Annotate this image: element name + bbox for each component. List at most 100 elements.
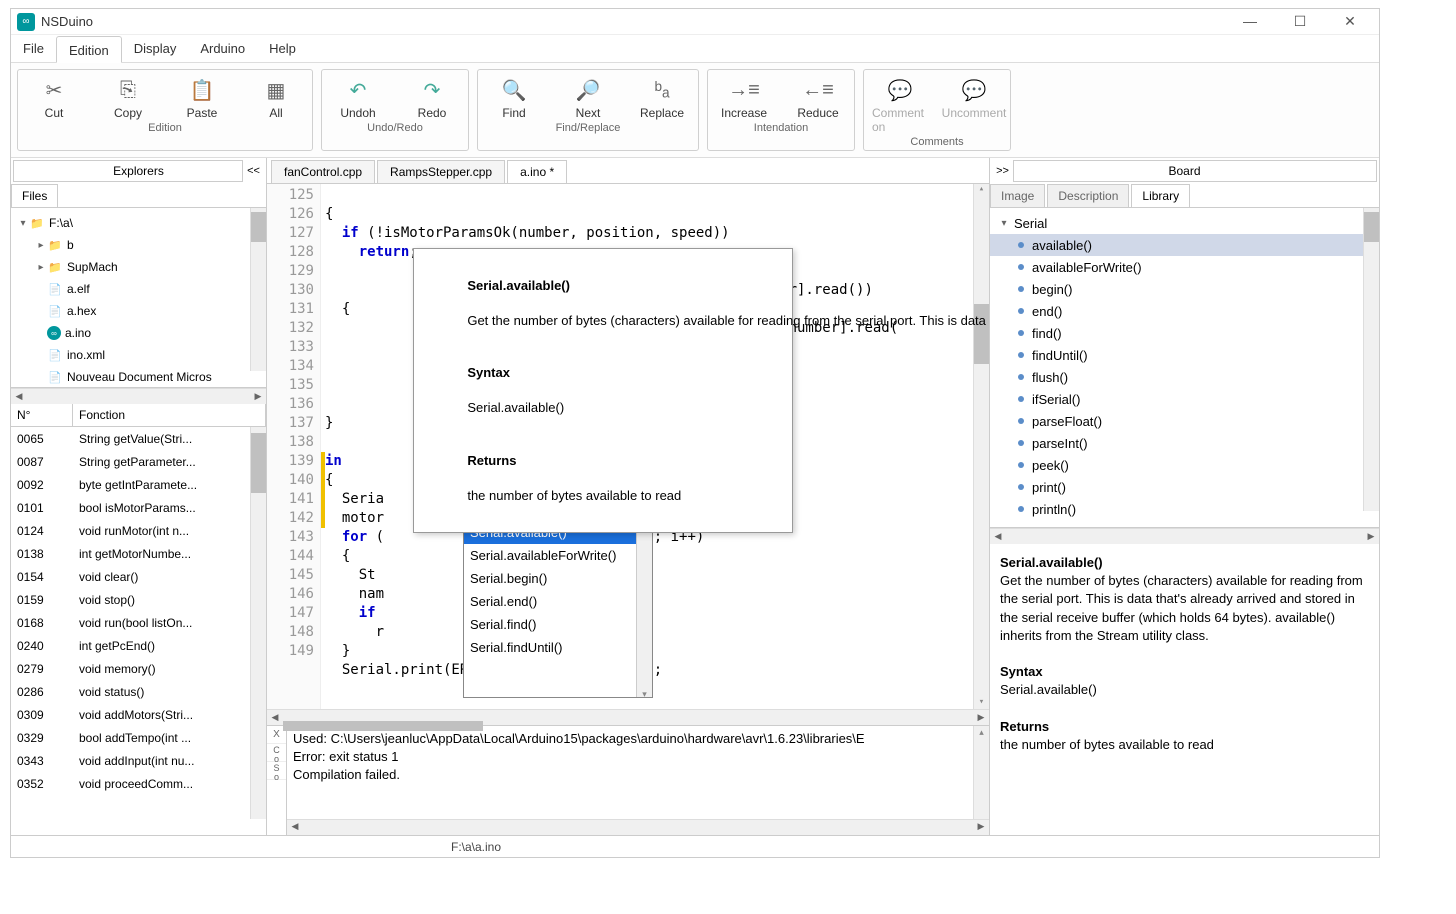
cut-button[interactable]: ✂Cut [26,74,82,120]
tab-description[interactable]: Description [1047,184,1129,207]
copy-button[interactable]: ⎘Copy [100,74,156,120]
editor-v-scroll[interactable]: ▴ ▾ [973,184,989,709]
editor-tab[interactable]: a.ino * [507,160,567,183]
function-row[interactable]: 0154void clear() [11,565,266,588]
function-row[interactable]: 0343void addInput(int nu... [11,749,266,772]
find-button[interactable]: 🔍Find [486,74,542,120]
func-scrollbar[interactable] [250,427,266,819]
function-row[interactable]: 0240int getPcEnd() [11,634,266,657]
copy-button-label: Copy [114,106,142,120]
autocomplete-item[interactable]: Serial.availableForWrite() [464,544,652,567]
output-c-button[interactable]: Co [267,744,286,762]
function-row[interactable]: 0138int getMotorNumbe... [11,542,266,565]
col-func-header[interactable]: Fonction [73,404,266,426]
library-item[interactable]: find() [990,322,1379,344]
menu-edition[interactable]: Edition [56,36,122,63]
tree-root[interactable]: ▾ 📁 F:\a\ [11,212,266,234]
tree-toggle-icon[interactable]: ▸ [35,262,47,273]
library-item[interactable]: available() [990,234,1379,256]
library-item[interactable]: flush() [990,366,1379,388]
bullet-icon [1018,242,1024,248]
function-row[interactable]: 0352void proceedComm... [11,772,266,795]
line-number: 143 [267,528,314,547]
editor-tab[interactable]: fanControl.cpp [271,160,375,183]
tree-item[interactable]: ∞a.ino [11,322,266,344]
library-item[interactable]: ifSerial() [990,388,1379,410]
code-content[interactable]: { if (!isMotorParamsOk(number, position,… [321,184,989,709]
library-item[interactable]: availableForWrite() [990,256,1379,278]
library-item[interactable]: findUntil() [990,344,1379,366]
function-row[interactable]: 0286void status() [11,680,266,703]
menu-arduino[interactable]: Arduino [188,35,257,62]
function-row[interactable]: 0309void addMotors(Stri... [11,703,266,726]
library-item-label: print() [1032,480,1066,495]
all-button[interactable]: ▦All [248,74,304,120]
autocomplete-item[interactable]: Serial.find() [464,613,652,636]
autocomplete-item[interactable]: Serial.findUntil() [464,636,652,659]
col-num-header[interactable]: N° [11,404,73,426]
lib-desc-title: Serial.available() [1000,555,1103,570]
tree-h-scroll[interactable]: ◀▶ [11,388,266,404]
tree-item[interactable]: 📄a.elf [11,278,266,300]
output-s-button[interactable]: So [267,762,286,780]
tree-item[interactable]: 📄Nouveau Document Micros [11,366,266,388]
editor-h-scroll[interactable]: ◀▶ [267,709,989,725]
tree-item[interactable]: 📄a.hex [11,300,266,322]
output-text[interactable]: Used: C:\Users\jeanluc\AppData\Local\Ard… [287,726,989,835]
right-panel: >> Board ImageDescriptionLibrary ▾ Seria… [989,158,1379,835]
paste-button[interactable]: 📋Paste [174,74,230,120]
function-row[interactable]: 0065String getValue(Stri... [11,427,266,450]
collapse-left-button[interactable]: << [242,160,264,182]
lib-h-scroll[interactable]: ◀▶ [990,528,1379,544]
lib-toggle-icon[interactable]: ▾ [998,218,1010,229]
library-item[interactable]: end() [990,300,1379,322]
code-editor[interactable]: 1251261271281291301311321331341351361371… [267,184,989,709]
function-row[interactable]: 0092byte getIntParamete... [11,473,266,496]
tree-item[interactable]: 📄ino.xml [11,344,266,366]
output-h-scroll[interactable]: ◀▶ [287,819,989,835]
tab-image[interactable]: Image [990,184,1045,207]
tree-scrollbar[interactable] [250,208,266,371]
close-button[interactable]: ✕ [1335,13,1365,30]
library-item[interactable]: parseInt() [990,432,1379,454]
tree-toggle-icon[interactable]: ▾ [17,218,29,229]
lib-scrollbar[interactable] [1363,208,1379,511]
minimize-button[interactable]: ― [1235,13,1265,30]
next-button[interactable]: 🔎Next [560,74,616,120]
function-row[interactable]: 0159void stop() [11,588,266,611]
autocomplete-item[interactable]: Serial.begin() [464,567,652,590]
replace-button[interactable]: ᵇₐReplace [634,74,690,120]
comment-icon: 💬 [884,74,916,106]
menu-help[interactable]: Help [257,35,308,62]
function-row[interactable]: 0168void run(bool listOn... [11,611,266,634]
tab-files[interactable]: Files [11,184,58,207]
function-row[interactable]: 0101bool isMotorParams... [11,496,266,519]
maximize-button[interactable]: ☐ [1285,13,1315,30]
tab-library[interactable]: Library [1131,184,1190,207]
editor-tab[interactable]: RampsStepper.cpp [377,160,505,183]
function-row[interactable]: 0279void memory() [11,657,266,680]
undo-button[interactable]: ↶Undoh [330,74,386,120]
reduce-indent-button[interactable]: ←≡Reduce [790,74,846,120]
increase-indent-button[interactable]: →≡Increase [716,74,772,120]
function-row[interactable]: 0329bool addTempo(int ... [11,726,266,749]
library-item[interactable]: parseFloat() [990,410,1379,432]
file-icon: 📄 [47,347,63,363]
tree-toggle-icon[interactable]: ▸ [35,240,47,251]
expand-right-button[interactable]: >> [992,160,1014,182]
menu-display[interactable]: Display [122,35,189,62]
library-item[interactable]: print() [990,476,1379,498]
function-row[interactable]: 0087String getParameter... [11,450,266,473]
tree-item[interactable]: ▸📁b [11,234,266,256]
lib-root[interactable]: ▾ Serial [990,212,1379,234]
redo-button[interactable]: ↷Redo [404,74,460,120]
output-v-scroll[interactable]: ▴ [973,726,989,819]
library-item[interactable]: peek() [990,454,1379,476]
tree-item[interactable]: ▸📁SupMach [11,256,266,278]
library-item[interactable]: println() [990,498,1379,520]
menu-file[interactable]: File [11,35,56,62]
autocomplete-item[interactable]: Serial.end() [464,590,652,613]
function-row[interactable]: 0124void runMotor(int n... [11,519,266,542]
library-item[interactable]: begin() [990,278,1379,300]
redo-button-label: Redo [418,106,447,120]
